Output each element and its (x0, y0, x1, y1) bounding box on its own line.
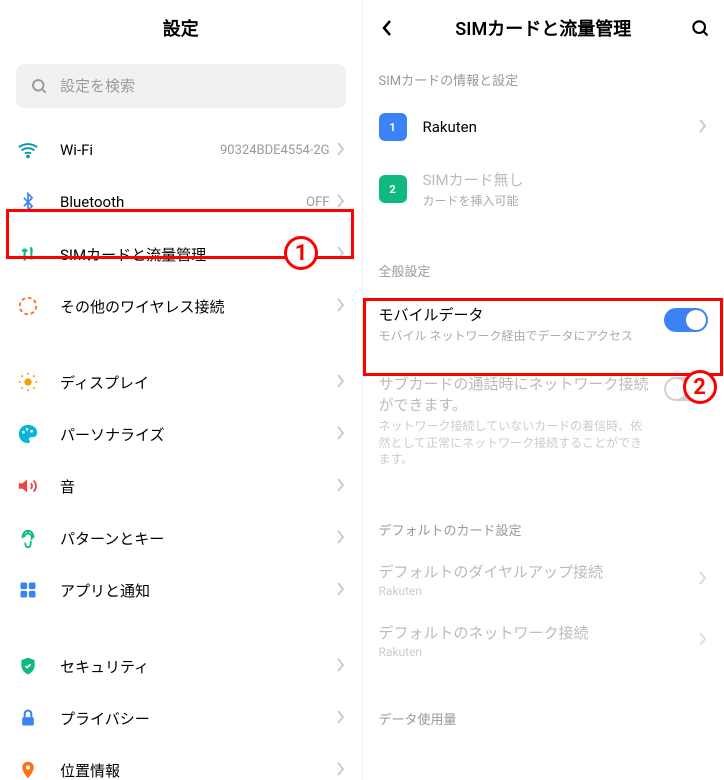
header-right: SIMカードと流量管理 (363, 0, 724, 56)
sim-card-2-icon: 2 (379, 175, 407, 203)
item-label: SIMカードと流量管理 (60, 244, 336, 265)
brightness-icon (16, 370, 40, 394)
setting-label: モバイルデータ (379, 304, 655, 325)
search-icon (30, 77, 48, 95)
chevron-right-icon (336, 373, 346, 392)
default-sub: Rakuten (379, 645, 699, 659)
setting-sub-card: サブカードの通話時にネットワーク接続ができます。 ネットワーク接続していないカー… (363, 359, 724, 482)
item-label: Bluetooth (60, 193, 306, 211)
bluetooth-icon (16, 190, 40, 214)
chevron-right-icon (698, 570, 708, 589)
chevron-right-icon (336, 657, 346, 676)
item-other-wireless[interactable]: その他のワイヤレス接続 (0, 280, 362, 332)
section-header: データ使用量 (363, 695, 724, 728)
item-bluetooth[interactable]: Bluetooth OFF (0, 176, 362, 228)
item-label: Wi-Fi (60, 141, 220, 159)
sim-card-1-icon: 1 (379, 113, 407, 141)
item-label: アプリと通知 (60, 580, 336, 601)
sim-label: SIMカード無し (423, 169, 709, 190)
page-title: 設定 (163, 15, 199, 41)
chevron-right-icon (336, 529, 346, 548)
item-sound[interactable]: 音 (0, 460, 362, 512)
chevron-right-icon (336, 709, 346, 728)
wireless-icon (16, 294, 40, 318)
palette-icon (16, 422, 40, 446)
item-label: パーソナライズ (60, 424, 336, 445)
search-bar[interactable] (16, 64, 346, 108)
chevron-right-icon (336, 193, 346, 212)
default-dial: デフォルトのダイヤルアップ接続 Rakuten (363, 549, 724, 610)
setting-sub: ネットワーク接続していないカードの着信時、依然として正常にネットワーク接続するこ… (379, 418, 655, 468)
chevron-right-icon (336, 477, 346, 496)
setting-label: サブカードの通話時にネットワーク接続ができます。 (379, 373, 655, 415)
chevron-right-icon (336, 581, 346, 600)
sim-2[interactable]: 2 SIMカード無し カードを挿入可能 (363, 155, 724, 223)
header-left: 設定 (0, 0, 362, 56)
item-value: OFF (306, 195, 329, 210)
default-network: デフォルトのネットワーク接続 Rakuten (363, 610, 724, 671)
item-wifi[interactable]: Wi-Fi 90324BDE4554-2G (0, 124, 362, 176)
sim-1[interactable]: 1 Rakuten (363, 99, 724, 155)
shield-icon (16, 654, 40, 678)
fingerprint-icon (16, 526, 40, 550)
item-value: 90324BDE4554-2G (220, 143, 330, 158)
section-header: 全般設定 (363, 247, 724, 290)
location-icon (16, 758, 40, 780)
item-label: 位置情報 (60, 760, 336, 780)
chevron-right-icon (336, 141, 346, 160)
chevron-right-icon (336, 245, 346, 264)
search-input[interactable] (60, 78, 332, 95)
item-personalize[interactable]: パーソナライズ (0, 408, 362, 460)
item-sim[interactable]: SIMカードと流量管理 (0, 228, 362, 280)
chevron-right-icon (336, 761, 346, 780)
sim-pane: SIMカードと流量管理 SIMカードの情報と設定 1 Rakuten 2 SIM… (363, 0, 724, 780)
lock-icon (16, 706, 40, 730)
item-label: プライバシー (60, 708, 336, 729)
item-label: ディスプレイ (60, 372, 336, 393)
mobile-data-toggle[interactable] (664, 308, 708, 332)
default-sub: Rakuten (379, 584, 699, 598)
data-transfer-icon (16, 242, 40, 266)
sub-card-toggle (664, 377, 708, 401)
wifi-icon (16, 138, 40, 162)
item-label: セキュリティ (60, 656, 336, 677)
item-security[interactable]: セキュリティ (0, 640, 362, 692)
sim-label: Rakuten (423, 118, 699, 136)
item-label: パターンとキー (60, 528, 336, 549)
page-title: SIMカードと流量管理 (455, 15, 631, 41)
item-pattern-key[interactable]: パターンとキー (0, 512, 362, 564)
item-label: 音 (60, 476, 336, 497)
search-button[interactable] (688, 16, 712, 40)
default-label: デフォルトのネットワーク接続 (379, 622, 699, 643)
item-location[interactable]: 位置情報 (0, 744, 362, 780)
apps-icon (16, 578, 40, 602)
item-privacy[interactable]: プライバシー (0, 692, 362, 744)
chevron-right-icon (336, 297, 346, 316)
item-label: その他のワイヤレス接続 (60, 296, 336, 317)
setting-mobile-data[interactable]: モバイルデータ モバイル ネットワーク経由でデータにアクセス (363, 290, 724, 359)
item-apps-notif[interactable]: アプリと通知 (0, 564, 362, 616)
item-display[interactable]: ディスプレイ (0, 356, 362, 408)
default-label: デフォルトのダイヤルアップ接続 (379, 561, 699, 582)
section-header: SIMカードの情報と設定 (363, 56, 724, 99)
sound-icon (16, 474, 40, 498)
setting-sub: モバイル ネットワーク経由でデータにアクセス (379, 328, 655, 345)
section-header: デフォルトのカード設定 (363, 506, 724, 549)
settings-pane: 設定 Wi-Fi 90324BDE4554-2G Bluetooth OFF S… (0, 0, 363, 780)
chevron-right-icon (336, 425, 346, 444)
chevron-right-icon (698, 118, 708, 137)
sim-sub: カードを挿入可能 (423, 192, 709, 209)
back-button[interactable] (375, 16, 399, 40)
chevron-right-icon (698, 631, 708, 650)
